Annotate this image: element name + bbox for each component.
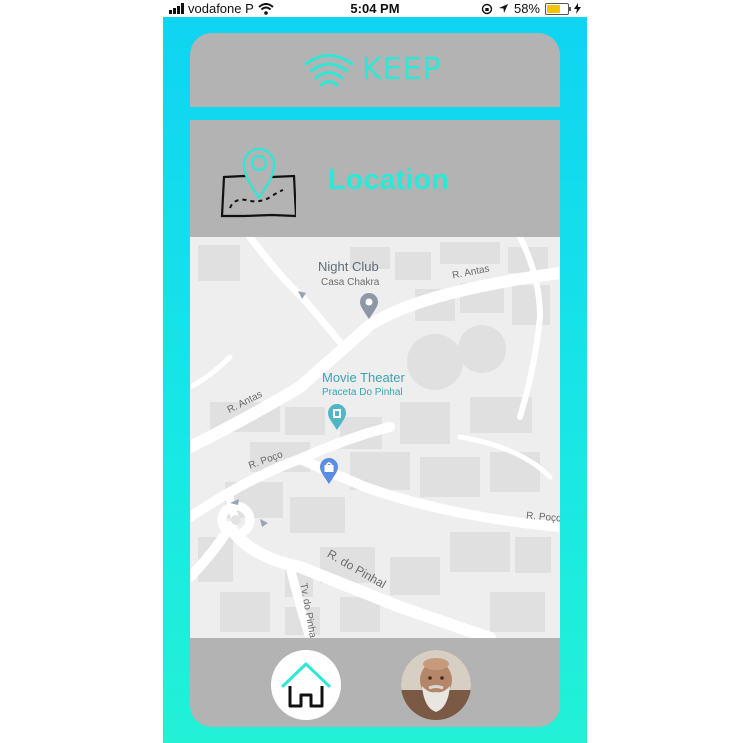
map-location-pin-icon <box>220 147 296 218</box>
map-view[interactable]: Night Club Casa Chakra Movie Theater Pra… <box>190 237 560 638</box>
movie-theater-pin-icon[interactable] <box>327 404 347 430</box>
logo-text: KEEP <box>362 51 442 87</box>
poi-name: Movie Theater <box>322 370 405 385</box>
battery-icon <box>545 2 571 15</box>
home-icon <box>281 662 331 708</box>
poi-subtitle: Casa Chakra <box>321 277 380 288</box>
home-button[interactable] <box>271 650 341 720</box>
battery-percent: 58% <box>513 1 540 16</box>
app-logo: KEEP <box>302 45 442 93</box>
orientation-lock-icon <box>481 3 493 14</box>
app-header: KEEP <box>190 33 560 107</box>
location-header: Location <box>190 120 560 237</box>
profile-button[interactable] <box>401 650 471 720</box>
location-arrow-icon <box>498 4 508 13</box>
charging-bolt-icon <box>574 3 581 14</box>
shopping-pin-icon[interactable] <box>319 458 339 484</box>
status-bar: vodafone P 5:04 PM 58% <box>163 0 587 17</box>
bottom-nav <box>190 638 560 727</box>
wifi-signal-icon <box>304 54 354 87</box>
location-title: Location <box>328 164 449 196</box>
app-frame: KEEP Location Night Club Casa Chakra Mov… <box>163 17 587 743</box>
location-card: Location Night Club Casa Chakra Movie Th… <box>190 120 560 727</box>
poi-subtitle: Praceta Do Pinhal <box>322 387 403 398</box>
avatar <box>401 650 471 720</box>
map-pin-icon[interactable] <box>359 293 379 319</box>
poi-name: Night Club <box>318 259 379 274</box>
status-right: 58% <box>481 1 581 16</box>
